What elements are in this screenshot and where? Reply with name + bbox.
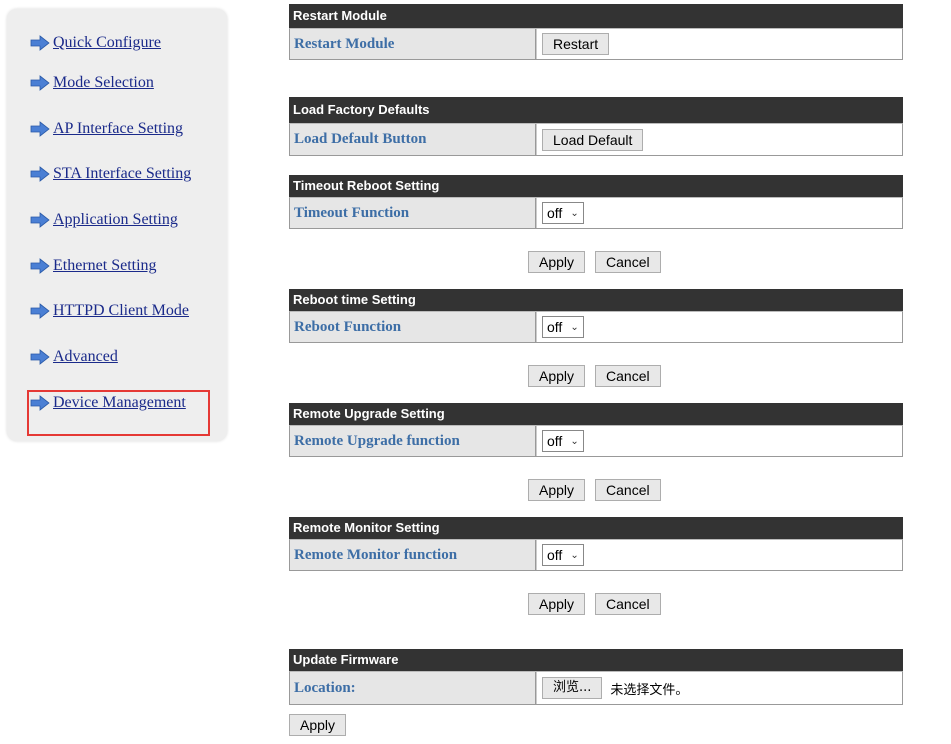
cancel-button[interactable]: Cancel bbox=[595, 251, 661, 273]
load-default-button[interactable]: Load Default bbox=[542, 128, 644, 151]
section-row: Remote Monitor function off ⌄ bbox=[289, 539, 903, 571]
reboot-actions: Apply Cancel bbox=[528, 365, 661, 387]
timeout-actions: Apply Cancel bbox=[528, 251, 661, 273]
section-row: Remote Upgrade function off ⌄ bbox=[289, 425, 903, 457]
chevron-down-icon: ⌄ bbox=[570, 207, 579, 219]
sidebar-item-ap-interface[interactable]: AP Interface Setting bbox=[30, 117, 183, 141]
sidebar-item-mode-selection[interactable]: Mode Selection bbox=[30, 71, 154, 95]
arrow-right-icon bbox=[30, 75, 50, 91]
section-remote-monitor: Remote Monitor Setting Remote Monitor fu… bbox=[289, 517, 903, 571]
sidebar-item-label: STA Interface Setting bbox=[53, 165, 192, 182]
restart-button[interactable]: Restart bbox=[542, 33, 610, 55]
row-label: Timeout Function bbox=[290, 198, 536, 228]
arrow-right-icon bbox=[30, 35, 50, 51]
row-label: Load Default Button bbox=[290, 124, 536, 155]
apply-button[interactable]: Apply bbox=[528, 593, 586, 615]
reboot-function-select[interactable]: off ⌄ bbox=[542, 316, 584, 338]
sidebar-item-label: Mode Selection bbox=[53, 74, 154, 91]
row-label: Reboot Function bbox=[290, 312, 536, 342]
section-reboot-time: Reboot time Setting Reboot Function off … bbox=[289, 289, 903, 343]
row-value: off ⌄ bbox=[536, 312, 902, 342]
arrow-right-icon bbox=[30, 212, 50, 228]
monitor-actions: Apply Cancel bbox=[528, 593, 661, 615]
section-update-firmware: Update Firmware Location: 浏览... 未选择文件。 bbox=[289, 649, 903, 705]
section-title: Timeout Reboot Setting bbox=[289, 175, 903, 197]
sidebar-item-label: Quick Configure bbox=[53, 34, 161, 51]
cancel-button[interactable]: Cancel bbox=[595, 365, 661, 387]
row-label: Restart Module bbox=[290, 29, 536, 59]
section-row: Load Default Button Load Default bbox=[289, 123, 903, 156]
section-row: Timeout Function off ⌄ bbox=[289, 197, 903, 229]
row-value: off ⌄ bbox=[536, 426, 902, 456]
arrow-right-icon bbox=[30, 166, 50, 182]
upgrade-actions: Apply Cancel bbox=[528, 479, 661, 501]
sidebar-item-sta-interface[interactable]: STA Interface Setting bbox=[30, 162, 191, 186]
firmware-actions: Apply bbox=[289, 714, 347, 736]
chevron-down-icon: ⌄ bbox=[570, 321, 579, 333]
sidebar-item-ethernet[interactable]: Ethernet Setting bbox=[30, 254, 157, 278]
arrow-right-icon bbox=[30, 121, 50, 137]
section-title: Restart Module bbox=[289, 4, 903, 28]
firmware-apply-button[interactable]: Apply bbox=[289, 714, 347, 736]
browse-button[interactable]: 浏览... bbox=[542, 677, 603, 699]
section-factory-defaults: Load Factory Defaults Load Default Butto… bbox=[289, 97, 903, 156]
row-label: Remote Monitor function bbox=[290, 540, 536, 570]
remote-monitor-select[interactable]: off ⌄ bbox=[542, 544, 584, 566]
cancel-button[interactable]: Cancel bbox=[595, 479, 661, 501]
select-value: off bbox=[547, 547, 563, 563]
section-row: Location: 浏览... 未选择文件。 bbox=[289, 671, 903, 705]
section-title: Remote Upgrade Setting bbox=[289, 403, 903, 425]
arrow-right-icon bbox=[30, 303, 50, 319]
timeout-function-select[interactable]: off ⌄ bbox=[542, 202, 584, 224]
section-row: Restart Module Restart bbox=[289, 28, 903, 60]
section-row: Reboot Function off ⌄ bbox=[289, 311, 903, 343]
row-label: Remote Upgrade function bbox=[290, 426, 536, 456]
apply-button[interactable]: Apply bbox=[528, 479, 586, 501]
row-label: Location: bbox=[290, 672, 536, 704]
arrow-right-icon bbox=[30, 349, 50, 365]
row-value: off ⌄ bbox=[536, 540, 902, 570]
row-value: Load Default bbox=[536, 124, 902, 155]
sidebar-item-quick-configure[interactable]: Quick Configure bbox=[30, 31, 161, 55]
no-file-text: 未选择文件。 bbox=[610, 682, 689, 698]
sidebar-item-application[interactable]: Application Setting bbox=[30, 208, 178, 232]
select-value: off bbox=[547, 205, 563, 221]
sidebar-item-label: Application Setting bbox=[53, 211, 178, 228]
highlight-box bbox=[27, 390, 210, 436]
select-value: off bbox=[547, 433, 563, 449]
remote-upgrade-select[interactable]: off ⌄ bbox=[542, 430, 584, 452]
section-restart: Restart Module Restart Module Restart bbox=[289, 4, 903, 60]
row-value: Restart bbox=[536, 29, 902, 59]
section-title: Remote Monitor Setting bbox=[289, 517, 903, 539]
apply-button[interactable]: Apply bbox=[528, 365, 586, 387]
sidebar-item-label: AP Interface Setting bbox=[53, 120, 184, 137]
apply-button[interactable]: Apply bbox=[528, 251, 586, 273]
sidebar-item-label: HTTPD Client Mode bbox=[53, 302, 189, 319]
row-value: 浏览... 未选择文件。 bbox=[536, 672, 902, 704]
chevron-down-icon: ⌄ bbox=[570, 435, 579, 447]
sidebar-item-httpd-client[interactable]: HTTPD Client Mode bbox=[30, 299, 189, 323]
sidebar-item-advanced[interactable]: Advanced bbox=[30, 345, 118, 369]
section-title: Load Factory Defaults bbox=[289, 97, 903, 123]
section-timeout-reboot: Timeout Reboot Setting Timeout Function … bbox=[289, 175, 903, 229]
sidebar-item-label: Advanced bbox=[53, 348, 118, 365]
section-remote-upgrade: Remote Upgrade Setting Remote Upgrade fu… bbox=[289, 403, 903, 457]
cancel-button[interactable]: Cancel bbox=[595, 593, 661, 615]
select-value: off bbox=[547, 319, 563, 335]
row-value: off ⌄ bbox=[536, 198, 902, 228]
section-title: Update Firmware bbox=[289, 649, 903, 671]
section-title: Reboot time Setting bbox=[289, 289, 903, 311]
sidebar-item-label: Ethernet Setting bbox=[53, 257, 157, 274]
arrow-right-icon bbox=[30, 258, 50, 274]
chevron-down-icon: ⌄ bbox=[570, 549, 579, 561]
